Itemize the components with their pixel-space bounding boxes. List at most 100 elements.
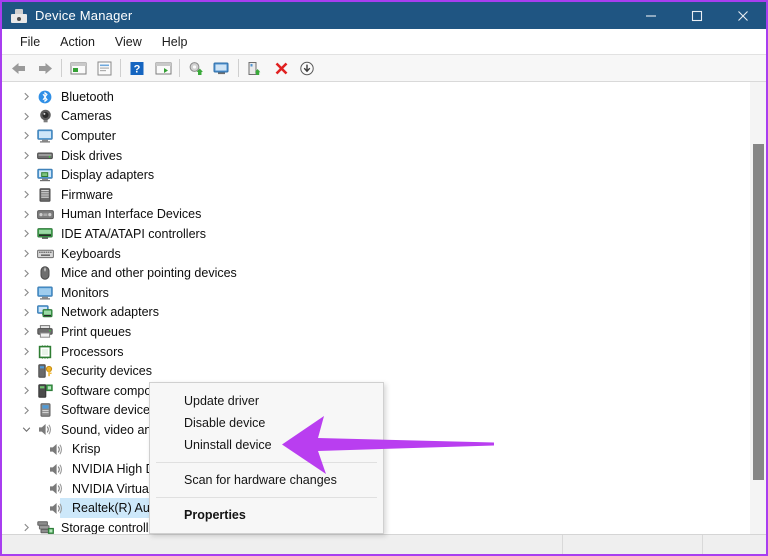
tree-item[interactable]: Keyboards xyxy=(2,244,750,264)
tree-item-label: Mice and other pointing devices xyxy=(61,266,237,281)
chevron-right-icon[interactable] xyxy=(16,112,36,121)
tree-item[interactable]: Security devices xyxy=(2,361,750,381)
chevron-right-icon[interactable] xyxy=(16,367,36,376)
tree-item[interactable]: Network adapters xyxy=(2,303,750,323)
chevron-right-icon[interactable] xyxy=(16,131,36,140)
menu-file[interactable]: File xyxy=(10,32,50,52)
tree-item-label: Disk drives xyxy=(61,148,123,163)
software-component-icon xyxy=(36,383,54,399)
disable-device-icon[interactable] xyxy=(294,57,320,80)
toolbar-separator-2 xyxy=(120,59,121,77)
chevron-down-icon[interactable] xyxy=(16,425,36,434)
tree-item[interactable]: Cameras xyxy=(2,107,750,127)
chevron-right-icon[interactable] xyxy=(16,347,36,356)
console-icon[interactable] xyxy=(150,57,176,80)
tree-item-label: Krisp xyxy=(72,442,101,457)
firmware-icon xyxy=(36,187,54,203)
tree-item-label: Firmware xyxy=(61,187,114,202)
chevron-right-icon[interactable] xyxy=(16,151,36,160)
tree-item[interactable]: IDE ATA/ATAPI controllers xyxy=(2,224,750,244)
context-menu-separator xyxy=(156,497,377,498)
enable-device-icon[interactable] xyxy=(242,57,268,80)
security-device-icon xyxy=(36,363,54,379)
close-icon[interactable] xyxy=(720,2,766,29)
tree-item[interactable]: Bluetooth xyxy=(2,87,750,107)
properties-icon[interactable] xyxy=(91,57,117,80)
menu-view[interactable]: View xyxy=(105,32,152,52)
tree-item-label: Human Interface Devices xyxy=(61,207,202,222)
menu-bar: File Action View Help xyxy=(2,29,766,55)
chevron-right-icon[interactable] xyxy=(16,210,36,219)
minimize-icon[interactable] xyxy=(628,2,674,29)
tree-item[interactable]: Display adapters xyxy=(2,165,750,185)
software-device-icon xyxy=(36,402,54,418)
maximize-icon[interactable] xyxy=(674,2,720,29)
forward-arrow-icon[interactable] xyxy=(32,57,58,80)
tree-item[interactable]: Computer xyxy=(2,126,750,146)
show-hidden-devices-icon[interactable] xyxy=(65,57,91,80)
title-bar: Device Manager xyxy=(2,2,766,29)
speaker-icon xyxy=(47,500,65,516)
chevron-right-icon[interactable] xyxy=(16,386,36,395)
tree-item[interactable]: Disk drives xyxy=(2,146,750,166)
tree-item[interactable]: Human Interface Devices xyxy=(2,205,750,225)
context-menu-item[interactable]: Properties xyxy=(150,504,383,526)
printer-icon xyxy=(36,324,54,340)
computer-icon xyxy=(36,128,54,144)
tree-item-label: Network adapters xyxy=(61,305,159,320)
chevron-right-icon[interactable] xyxy=(16,308,36,317)
tree-item[interactable]: Monitors xyxy=(2,283,750,303)
back-arrow-icon[interactable] xyxy=(6,57,32,80)
speaker-icon xyxy=(47,461,65,477)
menu-action[interactable]: Action xyxy=(50,32,105,52)
bluetooth-icon xyxy=(36,89,54,105)
tree-item[interactable]: Print queues xyxy=(2,322,750,342)
tree-item-label: Computer xyxy=(61,128,116,143)
uninstall-device-icon[interactable] xyxy=(268,57,294,80)
storage-controller-icon xyxy=(36,520,54,534)
chevron-right-icon[interactable] xyxy=(16,269,36,278)
tree-item[interactable]: Mice and other pointing devices xyxy=(2,263,750,283)
status-bar xyxy=(2,534,766,554)
context-menu-item[interactable]: Update driver xyxy=(150,390,383,412)
tree-item-label: Cameras xyxy=(61,109,112,124)
tree-item[interactable]: Processors xyxy=(2,342,750,362)
tree-item-label: Display adapters xyxy=(61,168,155,183)
status-divider-1 xyxy=(562,535,563,554)
menu-help[interactable]: Help xyxy=(152,32,198,52)
scan-hardware-icon[interactable] xyxy=(209,57,235,80)
toolbar: ? xyxy=(2,55,766,82)
tree-item-label: Keyboards xyxy=(61,246,121,261)
toolbar-separator-1 xyxy=(61,59,62,77)
scrollbar-thumb[interactable] xyxy=(753,144,764,480)
update-driver-icon[interactable] xyxy=(183,57,209,80)
svg-text:?: ? xyxy=(134,63,141,75)
speaker-icon xyxy=(47,481,65,497)
speaker-icon xyxy=(36,422,54,438)
device-manager-window: Device Manager File Action View Help ? B… xyxy=(0,0,768,556)
chevron-right-icon[interactable] xyxy=(16,406,36,415)
chevron-right-icon[interactable] xyxy=(16,249,36,258)
monitor-icon xyxy=(36,285,54,301)
window-title: Device Manager xyxy=(35,8,133,23)
display-adapter-icon xyxy=(36,167,54,183)
vertical-scrollbar[interactable] xyxy=(750,82,766,534)
chevron-right-icon[interactable] xyxy=(16,288,36,297)
chevron-right-icon[interactable] xyxy=(16,523,36,532)
toolbar-separator-4 xyxy=(238,59,239,77)
ide-controller-icon xyxy=(36,226,54,242)
chevron-right-icon[interactable] xyxy=(16,171,36,180)
keyboard-icon xyxy=(36,246,54,262)
tree-item-label: Bluetooth xyxy=(61,89,114,104)
tree-item-label: Software devices xyxy=(61,403,157,418)
help-icon[interactable]: ? xyxy=(124,57,150,80)
chevron-right-icon[interactable] xyxy=(16,327,36,336)
chevron-right-icon[interactable] xyxy=(16,92,36,101)
tree-item[interactable]: Firmware xyxy=(2,185,750,205)
chevron-right-icon[interactable] xyxy=(16,190,36,199)
window-controls xyxy=(628,2,766,29)
callout-arrow xyxy=(280,414,495,476)
tree-item-label: Processors xyxy=(61,344,124,359)
chevron-right-icon[interactable] xyxy=(16,229,36,238)
tree-item-label: Security devices xyxy=(61,364,153,379)
